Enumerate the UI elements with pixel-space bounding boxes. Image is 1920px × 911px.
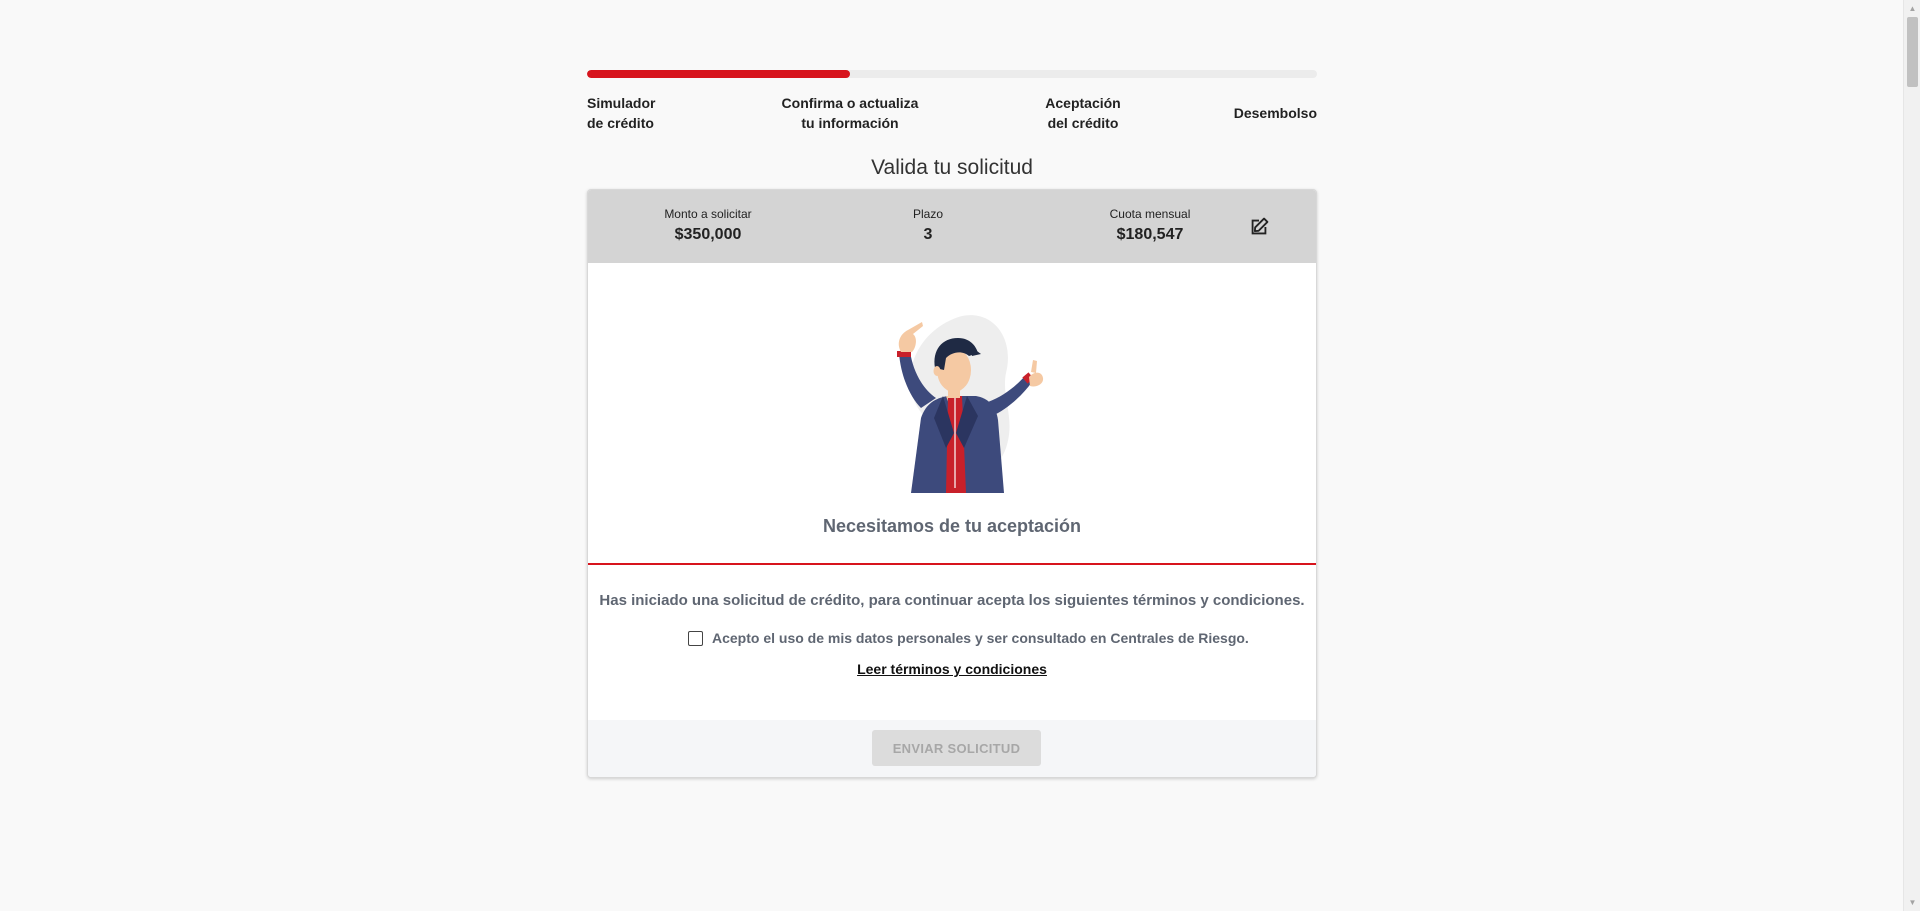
page-title: Valida tu solicitud xyxy=(871,156,1033,179)
monto-label: Monto a solicitar xyxy=(664,207,752,221)
accept-terms-label[interactable]: Acepto el uso de mis datos personales y … xyxy=(712,630,1249,646)
scroll-up-icon[interactable]: ▲ xyxy=(1904,0,1920,17)
request-card: Monto a solicitar $350,000 Plazo 3 Cuota… xyxy=(587,189,1317,778)
monto-value: $350,000 xyxy=(674,226,742,243)
step-label: Confirma o actualiza xyxy=(781,95,919,111)
step-label: de crédito xyxy=(587,115,654,131)
thumbs-up-person-illustration xyxy=(866,298,1046,498)
progress-bar xyxy=(587,70,1317,78)
step-confirma-informacion: Confirma o actualiza tu información xyxy=(780,93,920,133)
plazo-value: 3 xyxy=(923,226,933,243)
accept-terms-row: Acepto el uso de mis datos personales y … xyxy=(688,628,1249,648)
scroll-thumb[interactable] xyxy=(1907,17,1918,87)
step-label: Desembolso xyxy=(1233,105,1317,121)
cuota-value: $180,547 xyxy=(1116,226,1184,243)
card-footer: ENVIAR SOLICITUD xyxy=(588,720,1316,777)
scroll-down-icon[interactable]: ▼ xyxy=(1904,894,1920,911)
plazo-label: Plazo xyxy=(912,207,944,221)
step-label: tu información xyxy=(801,115,899,131)
summary-monto: Monto a solicitar $350,000 xyxy=(643,206,773,246)
progress-fill xyxy=(587,70,850,78)
loan-summary: Monto a solicitar $350,000 Plazo 3 Cuota… xyxy=(588,190,1316,263)
page: Simulador de crédito Confirma o actualiz… xyxy=(0,0,1920,911)
step-label: Simulador xyxy=(587,95,656,111)
acceptance-heading: Necesitamos de tu aceptación xyxy=(822,516,1082,536)
terms-description: Has iniciado una solicitud de crédito, p… xyxy=(599,592,1305,609)
step-label: del crédito xyxy=(1047,115,1119,131)
stepper: Simulador de crédito Confirma o actualiz… xyxy=(587,93,1317,137)
read-terms-container: Leer términos y condiciones xyxy=(588,661,1316,679)
step-label: Aceptación xyxy=(1045,95,1121,111)
read-terms-link[interactable]: Leer términos y condiciones xyxy=(857,661,1047,677)
step-simulador: Simulador de crédito xyxy=(587,93,655,133)
send-request-button[interactable]: ENVIAR SOLICITUD xyxy=(872,730,1041,766)
cuota-label: Cuota mensual xyxy=(1109,207,1191,221)
vertical-scrollbar[interactable]: ▲ ▼ xyxy=(1903,0,1920,911)
step-desembolso: Desembolso xyxy=(1234,103,1317,123)
summary-plazo: Plazo 3 xyxy=(873,206,983,246)
summary-cuota: Cuota mensual $180,547 xyxy=(1085,206,1215,246)
step-aceptacion: Aceptación del crédito xyxy=(1023,93,1143,133)
divider xyxy=(588,563,1316,565)
accept-terms-checkbox[interactable] xyxy=(688,630,703,646)
edit-icon[interactable] xyxy=(1246,214,1272,240)
